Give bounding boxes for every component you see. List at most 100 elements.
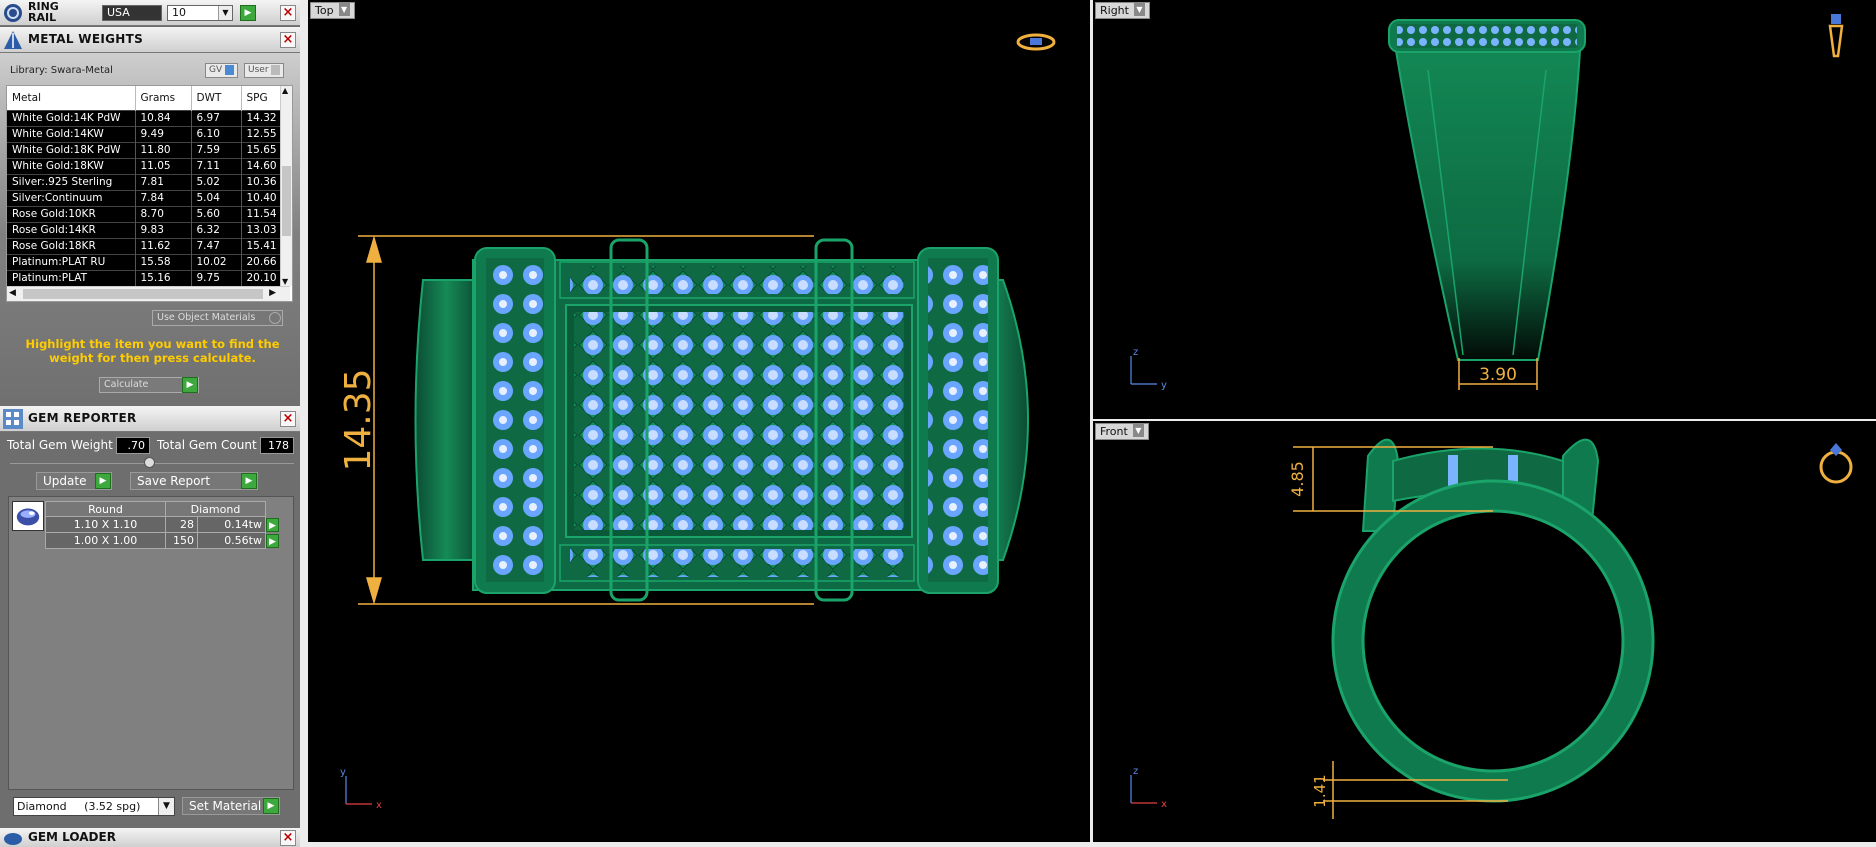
close-icon[interactable]: × <box>280 830 296 846</box>
update-button[interactable]: Update ▶ <box>36 472 112 490</box>
metal-name: Platinum:PLAT <box>7 269 136 286</box>
grams-value: 8.70 <box>135 205 192 222</box>
chevron-down-icon[interactable]: ▼ <box>158 798 174 815</box>
axis-gizmo <box>1130 356 1157 385</box>
save-report-label: Save Report <box>137 474 211 488</box>
dwt-value: 6.32 <box>191 221 242 238</box>
gem-report-grid: Round Diamond 1.10 X 1.10 28 0.14tw ▶ 1.… <box>8 496 294 790</box>
metal-name: Rose Gold:14KR <box>7 221 136 238</box>
close-icon[interactable]: × <box>280 411 296 427</box>
viewport-view-select[interactable]: Top ▼ <box>310 2 355 19</box>
viewport-view-select[interactable]: Front ▼ <box>1095 423 1149 440</box>
chevron-up-icon[interactable]: ▲ <box>282 86 288 95</box>
gem-reporter-header: GEM REPORTER × <box>0 406 300 432</box>
view-orientation-icon <box>1819 443 1853 484</box>
bottom-dimension-label: 1.41 <box>1311 774 1329 807</box>
dwt-value: 10.02 <box>191 253 242 270</box>
play-icon[interactable]: ▶ <box>263 798 279 814</box>
total-gem-weight-label: Total Gem Weight <box>7 438 113 452</box>
axis-h-label: x <box>1161 799 1167 810</box>
scrollbar-thumb[interactable] <box>282 166 291 236</box>
metal-name: White Gold:14KW <box>7 125 136 142</box>
close-icon[interactable]: × <box>280 32 296 48</box>
table-row[interactable]: Silver:.925 Sterling 7.81 5.02 10.36 <box>7 173 290 190</box>
grams-value: 11.05 <box>135 157 192 174</box>
view-orientation-icon <box>1016 33 1056 51</box>
play-icon[interactable]: ▶ <box>182 377 198 393</box>
left-panel: RING RAIL USA 10 ▼ ▶ × METAL WEIGHTS × L… <box>0 0 300 847</box>
chevron-left-icon[interactable]: ◀ <box>9 288 16 298</box>
chevron-right-icon[interactable]: ▶ <box>269 288 276 298</box>
vertical-scrollbar[interactable]: ▲ ▼ <box>280 86 292 286</box>
table-row[interactable]: Platinum:PLAT 15.16 9.75 20.10 <box>7 269 290 286</box>
table-row[interactable]: Silver:Continuum 7.84 5.04 10.40 <box>7 189 290 206</box>
shape-header: Round <box>45 501 166 517</box>
chevron-down-icon[interactable]: ▼ <box>1132 424 1144 437</box>
dwt-value: 5.60 <box>191 205 242 222</box>
viewport-label: Front <box>1100 425 1128 438</box>
scrollbar-thumb[interactable] <box>23 289 263 299</box>
gv-toggle[interactable]: GV <box>205 63 239 78</box>
chevron-down-icon[interactable]: ▼ <box>1133 3 1145 16</box>
calculate-hint: Highlight the item you want to find the … <box>25 337 280 365</box>
table-row[interactable]: 1.10 X 1.10 28 0.14tw ▶ <box>45 516 280 533</box>
chevron-down-icon[interactable]: ▼ <box>282 277 288 286</box>
viewport-view-select[interactable]: Right ▼ <box>1095 2 1150 19</box>
right-view-render: 3.90 z y <box>1130 14 1844 391</box>
table-row[interactable]: Rose Gold:10KR 8.70 5.60 11.54 <box>7 205 290 222</box>
play-icon[interactable]: ▶ <box>241 473 257 489</box>
use-object-materials-toggle[interactable]: Use Object Materials <box>152 310 283 326</box>
set-material-label: Set Material <box>189 799 262 813</box>
close-icon[interactable]: × <box>280 5 296 21</box>
calculate-button[interactable]: Calculate ▶ <box>99 377 199 393</box>
column-header[interactable]: Grams <box>135 86 192 110</box>
table-row[interactable]: 1.00 X 1.00 150 0.56tw ▶ <box>45 532 280 549</box>
play-icon[interactable]: ▶ <box>266 533 279 548</box>
metal-weights-header: METAL WEIGHTS × <box>0 27 300 53</box>
radio-icon[interactable] <box>269 312 281 324</box>
toggle-icon <box>225 64 235 75</box>
grams-value: 11.62 <box>135 237 192 254</box>
chevron-down-icon[interactable]: ▼ <box>218 6 232 20</box>
save-report-button[interactable]: Save Report ▶ <box>130 472 258 490</box>
material-select[interactable]: Diamond (3.52 spg) ▼ <box>13 797 175 816</box>
table-row[interactable]: White Gold:14K PdW 10.84 6.97 14.32 <box>7 109 290 126</box>
chevron-down-icon[interactable]: ▼ <box>338 3 350 16</box>
metal-name: Silver:Continuum <box>7 189 136 206</box>
play-icon[interactable]: ▶ <box>95 473 111 489</box>
horizontal-scrollbar[interactable]: ◀ ▶ <box>7 286 290 301</box>
play-icon[interactable]: ▶ <box>266 517 279 532</box>
library-label: Library: Swara-Metal <box>10 65 113 76</box>
column-header[interactable]: Metal <box>7 86 136 110</box>
dwt-value: 5.04 <box>191 189 242 206</box>
grams-value: 15.58 <box>135 253 192 270</box>
material-value: Diamond (3.52 spg) <box>17 800 141 813</box>
right-viewport[interactable]: Right ▼ 3.90 z y <box>1093 0 1876 419</box>
app-window: RING RAIL USA 10 ▼ ▶ × METAL WEIGHTS × L… <box>0 0 1876 847</box>
table-row[interactable]: White Gold:18KW 11.05 7.11 14.60 <box>7 157 290 174</box>
grams-value: 7.84 <box>135 189 192 206</box>
ring-size-select[interactable]: 10 ▼ <box>167 5 233 21</box>
toggle-icon <box>271 64 281 75</box>
apply-ring-size-button[interactable]: ▶ <box>240 5 256 21</box>
ring-rail-bar: RING RAIL USA 10 ▼ ▶ × <box>0 0 300 26</box>
update-label: Update <box>43 474 87 488</box>
ring-standard-select[interactable]: USA <box>102 5 162 21</box>
column-header[interactable]: DWT <box>191 86 242 110</box>
use-object-materials-label: Use Object Materials <box>157 312 256 323</box>
axis-h-label: x <box>376 800 382 811</box>
user-toggle[interactable]: User <box>244 63 285 78</box>
height-dimension-label: 14.35 <box>338 368 379 471</box>
axis-gizmo <box>1130 775 1157 804</box>
dwt-value: 7.11 <box>191 157 242 174</box>
set-material-button[interactable]: Set Material ▶ <box>182 797 280 815</box>
table-row[interactable]: Platinum:PLAT RU 15.58 10.02 20.66 <box>7 253 290 270</box>
splitter-handle[interactable] <box>144 457 155 468</box>
table-row[interactable]: Rose Gold:14KR 9.83 6.32 13.03 <box>7 221 290 238</box>
table-row[interactable]: White Gold:18K PdW 11.80 7.59 15.65 <box>7 141 290 158</box>
top-viewport[interactable]: Top ▼ 14.35 y x <box>308 0 1090 842</box>
table-row[interactable]: Rose Gold:18KR 11.62 7.47 15.41 <box>7 237 290 254</box>
table-row[interactable]: White Gold:14KW 9.49 6.10 12.55 <box>7 125 290 142</box>
gem-count: 150 <box>165 532 198 549</box>
front-viewport[interactable]: Front ▼ 4.85 1.41 z x <box>1093 421 1876 842</box>
